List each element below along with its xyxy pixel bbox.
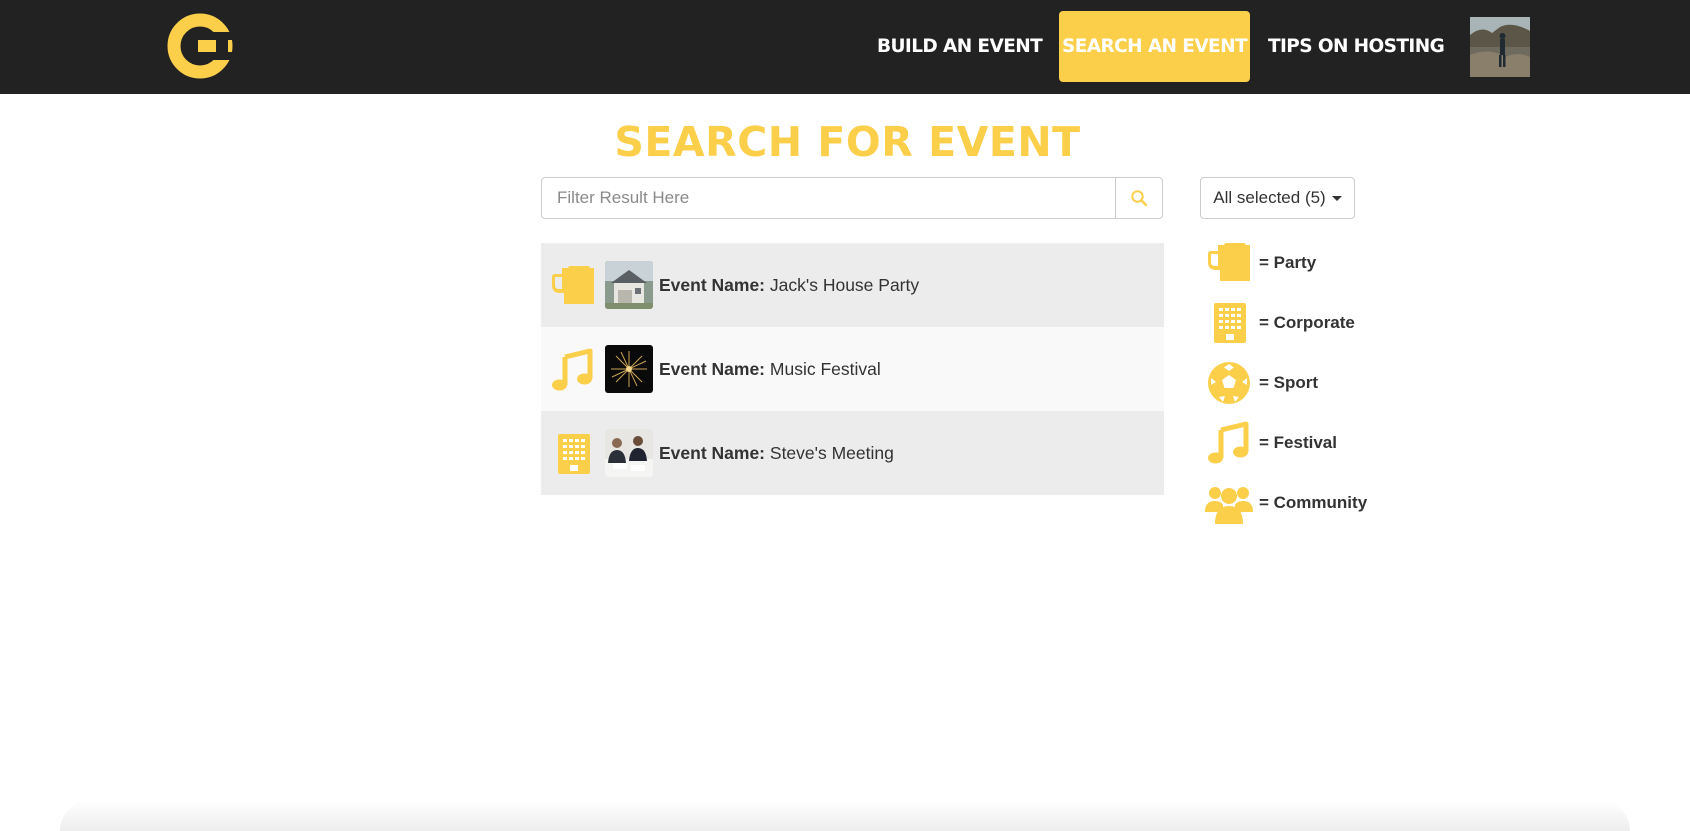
event-name-text: Event Name: Jack's House Party [659, 243, 919, 327]
legend-label: = Corporate [1259, 313, 1355, 332]
event-type-legend: = Party = Corporate = Sport = Festival =… [1205, 240, 1405, 540]
legend-item-festival: = Festival [1205, 420, 1405, 480]
legend-item-sport: = Sport [1205, 360, 1405, 420]
beer-mug-icon [550, 263, 596, 309]
people-group-icon [1205, 480, 1253, 526]
event-row[interactable]: Event Name: Steve's Meeting [541, 411, 1164, 495]
event-name-value: Steve's Meeting [769, 443, 894, 463]
event-row[interactable]: Event Name: Jack's House Party [541, 243, 1164, 327]
house-photo-thumbnail [605, 261, 653, 309]
caret-down-icon [1331, 196, 1342, 202]
search-icon [1131, 190, 1148, 207]
event-name-text: Event Name: Steve's Meeting [659, 411, 894, 495]
music-note-icon [1205, 420, 1253, 466]
event-name-text: Event Name: Music Festival [659, 327, 881, 411]
beer-mug-icon [1205, 240, 1253, 286]
event-type-filter-dropdown[interactable]: All selected (5) [1200, 177, 1355, 219]
nav-search-event[interactable]: SEARCH AN EVENT [1059, 11, 1250, 82]
legend-item-community: = Community [1205, 480, 1405, 540]
legend-label: = Party [1259, 253, 1317, 272]
brand-logo-icon[interactable] [165, 12, 239, 80]
event-list: Event Name: Jack's House Party Event Nam… [541, 243, 1164, 495]
event-name-prefix: Event Name: [659, 275, 766, 295]
search-bar [541, 177, 1163, 219]
meeting-photo-thumbnail [605, 429, 653, 477]
legend-label: = Sport [1259, 373, 1319, 392]
building-icon [550, 431, 596, 477]
search-button[interactable] [1115, 178, 1162, 218]
nav-build-event[interactable]: BUILD AN EVENT [874, 11, 1044, 82]
filter-dropdown-label: All selected (5) [1213, 188, 1326, 207]
navbar: BUILD AN EVENT SEARCH AN EVENT TIPS ON H… [0, 0, 1690, 94]
fireworks-photo-thumbnail [605, 345, 653, 393]
event-name-value: Jack's House Party [769, 275, 920, 295]
event-row[interactable]: Event Name: Music Festival [541, 327, 1164, 411]
nav-tips-on-hosting[interactable]: TIPS ON HOSTING [1265, 11, 1445, 82]
building-icon [1205, 300, 1253, 346]
search-input[interactable] [542, 178, 1115, 218]
event-name-value: Music Festival [769, 359, 881, 379]
legend-item-corporate: = Corporate [1205, 300, 1405, 360]
legend-label: = Festival [1259, 433, 1337, 452]
legend-label: = Community [1259, 493, 1368, 512]
page-title: SEARCH FOR EVENT [614, 118, 1081, 166]
page-footer-shadow [60, 800, 1630, 831]
event-name-prefix: Event Name: [659, 359, 766, 379]
user-avatar[interactable] [1470, 17, 1530, 77]
music-note-icon [550, 347, 596, 393]
soccer-ball-icon [1205, 360, 1253, 406]
legend-item-party: = Party [1205, 240, 1405, 300]
event-name-prefix: Event Name: [659, 443, 766, 463]
